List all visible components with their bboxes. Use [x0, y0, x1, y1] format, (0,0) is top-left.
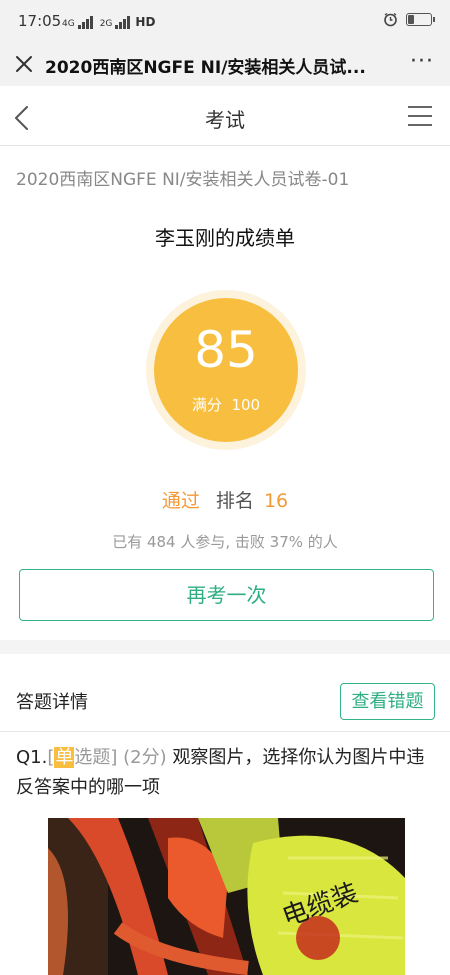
status-time: 17:05 — [18, 12, 62, 30]
signal-label-1: 4G — [62, 19, 75, 29]
question-number: Q1. — [16, 747, 48, 768]
report-title: 李玉刚的成绩单 — [155, 226, 295, 250]
pass-status: 通过 — [161, 490, 200, 512]
score-circle: 85 满分 100 — [146, 290, 306, 450]
signal-label-2: 2G — [99, 19, 113, 29]
signal-bars-icon — [77, 15, 93, 29]
question-type-badge: 单 — [54, 747, 75, 768]
exam-name: 2020西南区NGFE NI/安装相关人员试卷-01 — [16, 170, 350, 190]
divider — [0, 731, 450, 732]
more-options-icon[interactable]: ··· — [410, 51, 434, 73]
status-bar: 17:05 4G 2G HD — [0, 0, 450, 42]
answer-details-title: 答题详情 — [16, 692, 88, 713]
webview-title: 2020西南区NGFE NI/安装相关人员试... — [45, 58, 366, 78]
full-score: 满分 100 — [154, 394, 298, 415]
participation-stats: 已有 484 人参与, 击败 37% 的人 — [112, 533, 338, 551]
alarm-icon — [384, 12, 397, 27]
page-title: 考试 — [205, 108, 245, 132]
question-image: 电缆装 — [48, 818, 405, 975]
network-indicators: 4G 2G HD — [62, 13, 155, 29]
battery-icon — [406, 13, 435, 26]
score-value: 85 — [194, 321, 258, 379]
hd-label: HD — [135, 15, 156, 29]
menu-icon[interactable] — [408, 106, 432, 128]
signal-bars-icon-2 — [115, 15, 131, 29]
view-wrong-answers-button[interactable]: 查看错题 — [340, 683, 435, 720]
retake-exam-button[interactable]: 再考一次 — [19, 569, 434, 621]
section-divider — [0, 640, 450, 654]
question-type: 选题] — [74, 747, 118, 768]
question-1: Q1.[单选题] (2分) 观察图片，选择你认为图片中违反答案中的哪一项 — [16, 743, 436, 803]
result-row: 通过 排名 16 — [0, 486, 450, 513]
close-icon[interactable] — [12, 52, 36, 76]
full-score-value: 100 — [231, 396, 261, 414]
rank-label: 排名 — [215, 490, 254, 512]
full-score-label: 满分 — [191, 396, 222, 414]
rank-value: 16 — [263, 490, 289, 512]
question-points: (2分) — [123, 747, 167, 768]
page-header: 考试 — [0, 90, 450, 146]
webview-title-bar: 2020西南区NGFE NI/安装相关人员试... ··· — [0, 42, 450, 86]
